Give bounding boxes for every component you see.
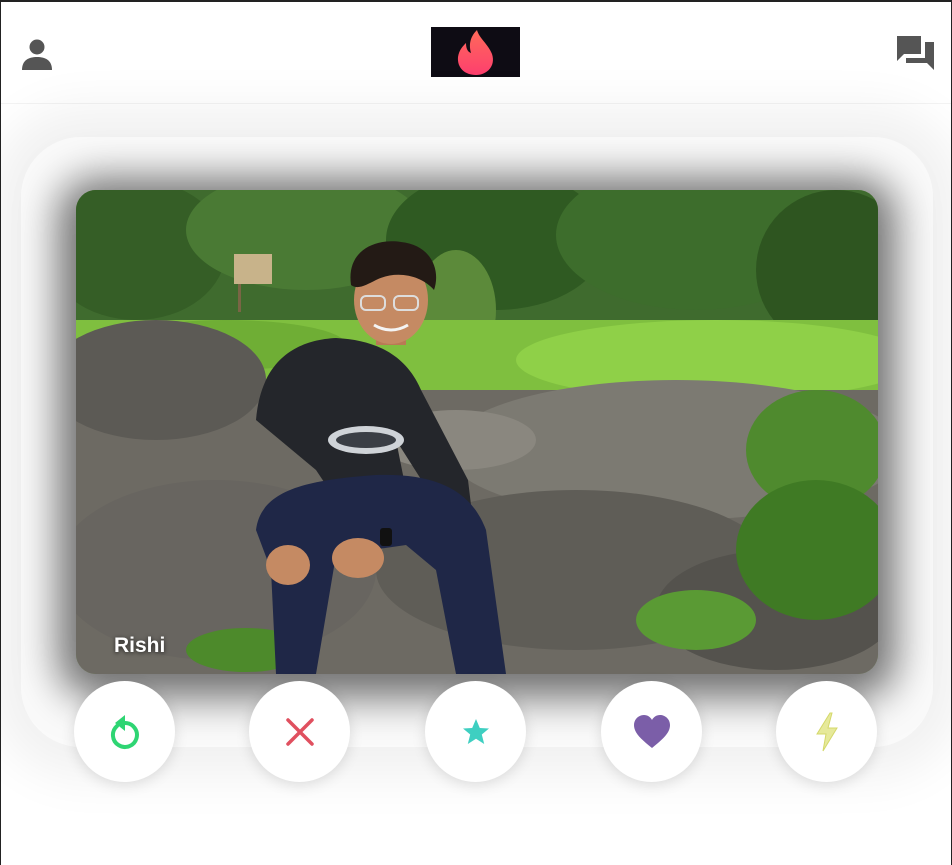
top-bar <box>1 2 951 104</box>
app-logo[interactable] <box>431 27 520 77</box>
super-like-button[interactable] <box>425 681 526 782</box>
profile-photo <box>76 190 878 674</box>
star-icon <box>462 718 489 744</box>
chat-bubbles-icon <box>897 36 934 70</box>
boost-button[interactable] <box>776 681 877 782</box>
close-icon <box>285 717 314 746</box>
heart-icon <box>633 714 670 748</box>
flame-icon <box>457 30 493 75</box>
messages-button[interactable] <box>895 32 937 74</box>
like-button[interactable] <box>601 681 702 782</box>
rewind-icon <box>110 714 139 749</box>
profile-name: Rishi <box>114 634 166 657</box>
app-frame: Rishi <box>0 0 952 865</box>
profile-button[interactable] <box>19 36 55 72</box>
profile-card[interactable]: Rishi <box>76 190 878 674</box>
person-icon <box>22 39 52 70</box>
rewind-button[interactable] <box>74 681 175 782</box>
nope-button[interactable] <box>249 681 350 782</box>
lightning-icon <box>815 712 838 751</box>
